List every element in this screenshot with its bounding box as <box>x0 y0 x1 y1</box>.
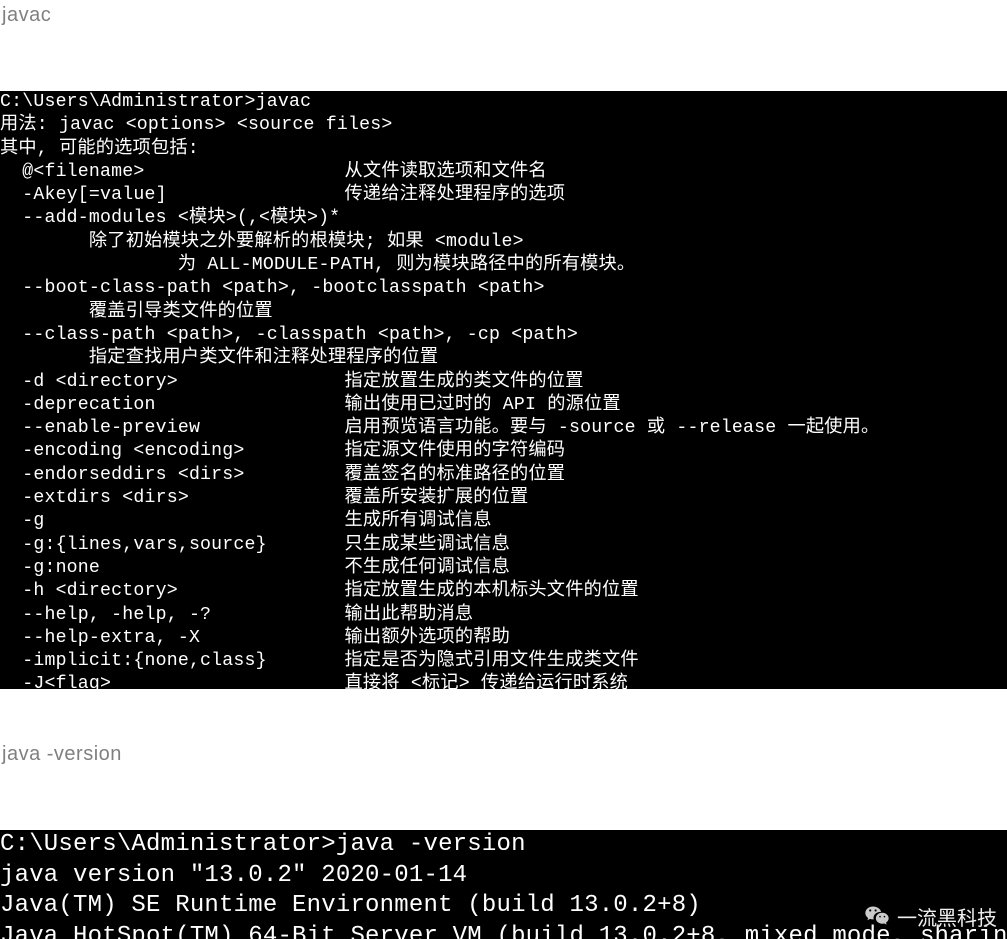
terminal-output-java-version: C:\Users\Administrator>java -version jav… <box>0 830 1007 939</box>
section-title-javac: javac <box>0 0 1007 31</box>
terminal-output-javac: C:\Users\Administrator>javac 用法: javac <… <box>0 91 1007 689</box>
terminal-wrapper-1: C:\Users\Administrator>javac 用法: javac <… <box>0 91 1007 689</box>
terminal-wrapper-2: C:\Users\Administrator>java -version jav… <box>0 830 1007 939</box>
section-title-java-version: java -version <box>0 739 1007 770</box>
